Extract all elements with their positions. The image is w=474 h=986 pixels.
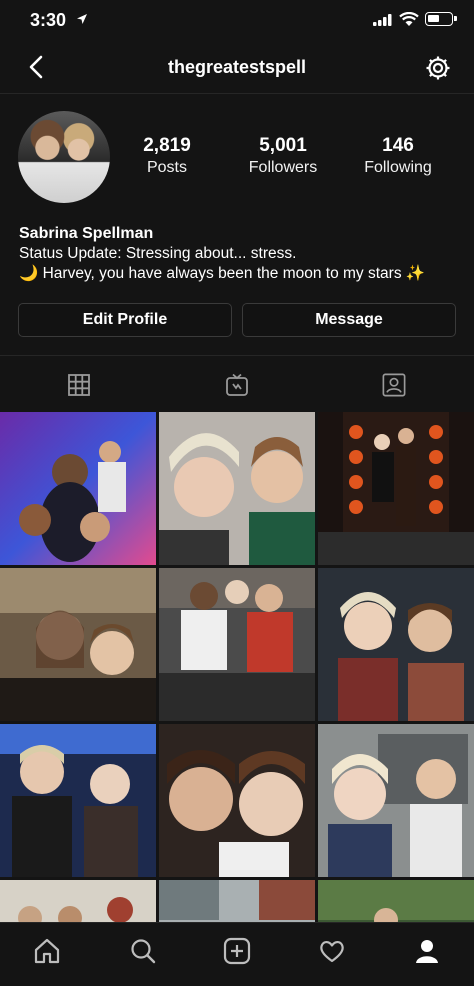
post-thumbnail[interactable] xyxy=(318,724,474,877)
grid-icon[interactable] xyxy=(67,373,91,397)
post-thumbnail[interactable] xyxy=(159,412,315,565)
activity-heart-icon[interactable] xyxy=(318,937,346,965)
bio-line-2: 🌙 Harvey, you have always been the moon … xyxy=(19,265,426,282)
bio-line-1: Status Update: Stressing about... stress… xyxy=(19,245,297,262)
profile-header: thegreatestspell xyxy=(0,42,474,94)
post-thumbnail[interactable] xyxy=(159,880,315,922)
wifi-icon xyxy=(399,12,419,26)
followers-count: 5,001 xyxy=(259,135,307,156)
tagged-icon[interactable] xyxy=(382,373,406,397)
posts-count: 2,819 xyxy=(143,135,191,156)
location-arrow-icon xyxy=(77,14,87,24)
gear-icon[interactable] xyxy=(424,54,452,82)
profile-icon[interactable] xyxy=(413,937,441,965)
posts-grid xyxy=(0,412,474,922)
posts-label: Posts xyxy=(146,159,187,176)
message-button[interactable]: Message xyxy=(242,303,456,337)
profile-name: Sabrina Spellman xyxy=(19,225,154,242)
new-post-icon[interactable] xyxy=(223,937,251,965)
post-thumbnail[interactable] xyxy=(159,724,315,877)
post-thumbnail[interactable] xyxy=(0,412,156,565)
followers-label: Followers xyxy=(248,159,318,176)
following-label: Following xyxy=(364,159,432,176)
stat-followers[interactable]: 5,001 Followers xyxy=(223,135,343,179)
profile-bio: Sabrina Spellman Status Update: Stressin… xyxy=(19,224,459,284)
profile-username: thegreatestspell xyxy=(167,57,307,77)
cellular-signal-icon xyxy=(373,14,392,26)
stat-following[interactable]: 146 Following xyxy=(338,135,458,179)
post-thumbnail[interactable] xyxy=(0,568,156,721)
post-thumbnail[interactable] xyxy=(159,568,315,721)
profile-tabs xyxy=(0,355,474,411)
post-thumbnail[interactable] xyxy=(318,568,474,721)
edit-profile-button[interactable]: Edit Profile xyxy=(18,303,232,337)
profile-avatar[interactable] xyxy=(18,111,110,203)
battery-icon xyxy=(425,12,457,26)
igtv-icon[interactable] xyxy=(225,373,249,397)
following-count: 146 xyxy=(382,135,414,156)
search-icon[interactable] xyxy=(129,937,157,965)
post-thumbnail[interactable] xyxy=(318,880,474,922)
status-time: 3:30 xyxy=(30,10,67,30)
post-thumbnail[interactable] xyxy=(0,724,156,877)
post-thumbnail[interactable] xyxy=(318,412,474,565)
post-thumbnail[interactable] xyxy=(0,880,156,922)
stat-posts[interactable]: 2,819 Posts xyxy=(107,135,227,179)
status-bar: 3:30 xyxy=(0,0,474,40)
bottom-nav xyxy=(0,922,474,986)
home-icon[interactable] xyxy=(33,937,61,965)
